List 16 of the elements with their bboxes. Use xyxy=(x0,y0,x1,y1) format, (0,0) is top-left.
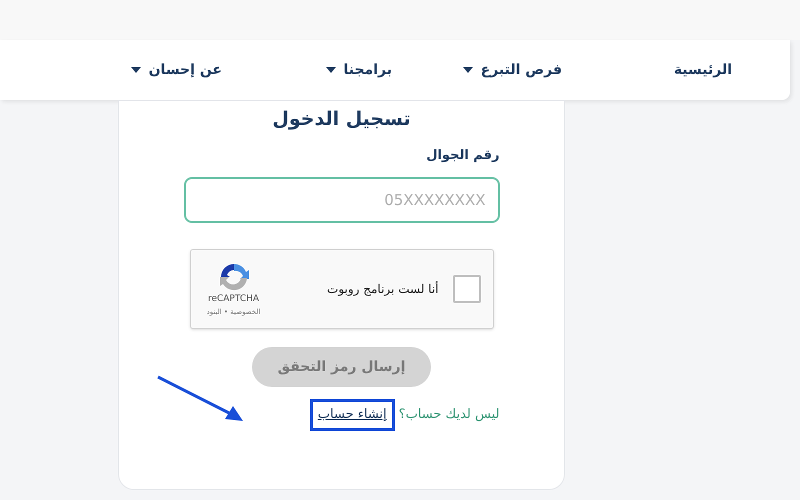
create-account-link[interactable]: إنشاء حساب xyxy=(310,399,395,430)
field-label: رقم الجوال xyxy=(425,146,500,164)
captcha-checkbox[interactable] xyxy=(452,275,480,303)
signup-prompt: ليس لديك حساب؟ xyxy=(398,406,500,424)
nav-item[interactable]: الرئيسية xyxy=(562,60,732,80)
recaptcha-text: reCAPTCHA xyxy=(208,293,260,306)
captcha-label: أنا لست برنامج روبوت xyxy=(327,280,438,298)
nav-dropdown[interactable]: برامجنا xyxy=(222,60,392,80)
caret-icon xyxy=(326,67,336,73)
login-title: تسجيل الدخول xyxy=(272,107,411,132)
phone-input-field[interactable]: 05XXXXXXXX xyxy=(184,177,500,223)
recaptcha-logo-icon xyxy=(218,261,250,293)
nav-dropdown[interactable]: فرص التبرع xyxy=(392,60,562,80)
caret-icon xyxy=(130,67,141,73)
caret-icon xyxy=(462,67,473,73)
nav-dropdown[interactable]: عن إحسان xyxy=(52,60,222,80)
